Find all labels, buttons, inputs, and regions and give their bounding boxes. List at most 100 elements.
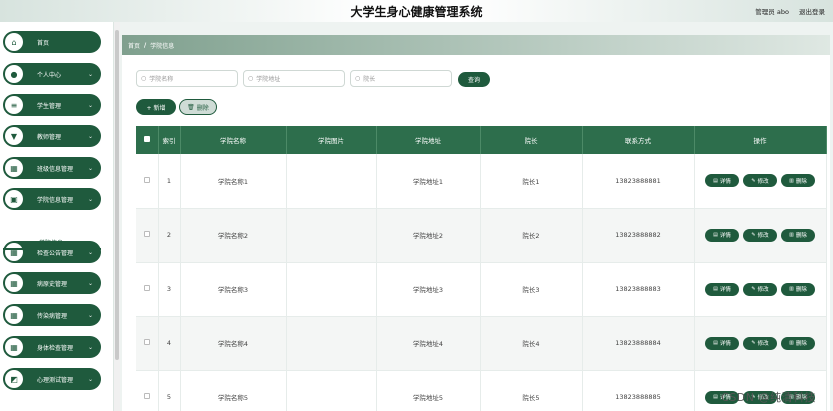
row-edit-button[interactable]: ✎ 修改	[743, 336, 777, 350]
cell-name: 学院名称5	[180, 370, 287, 411]
college-table: 索引 学院名称 学院图片 学院地址 院长 联系方式 操作 1 学院名称1 学院地址1…	[136, 126, 827, 411]
row-detail-label: 详情	[719, 178, 731, 185]
cell-address: 学院地址4	[376, 316, 481, 371]
cell-dean: 院长3	[480, 262, 583, 317]
row-checkbox[interactable]	[143, 393, 150, 399]
row-select-cell[interactable]	[136, 262, 159, 317]
row-actions: ▤ 详情 ✎ 修改 ▥ 删除	[695, 228, 826, 242]
sidebar-item-3[interactable]: ≡ 学生管理 ⌄	[3, 94, 101, 116]
college-name-search-input[interactable]: ○ 学院名称	[136, 70, 238, 87]
list-icon: ≡	[5, 96, 23, 114]
sidebar-item-2[interactable]: ● 个人中心 ⌄	[3, 63, 101, 85]
chart-icon: ◩	[5, 370, 23, 388]
college-address-placeholder: 学院地址	[256, 76, 281, 83]
dean-search-input[interactable]: ○ 院长	[350, 70, 452, 87]
row-detail-button[interactable]: ▤ 详情	[705, 282, 739, 296]
sidebar: ⌂ 首页 ● 个人中心 ⌄ ≡ 学生管理 ⌄ ▼ 教师管理 ⌄ ▦ 班级信息管理 ⌄ ▣ 学院信息管理 ⌄ ▦ 检查…	[0, 22, 114, 411]
home-icon: ⌂	[5, 33, 23, 51]
row-delete-button[interactable]: ▥ 删除	[781, 282, 815, 296]
row-detail-button[interactable]: ▤ 详情	[705, 336, 739, 350]
row-delete-button[interactable]: ▥ 删除	[781, 174, 815, 188]
row-delete-label: 删除	[795, 287, 807, 293]
row-delete-button[interactable]: ▥ 删除	[781, 336, 815, 350]
cell-address: 学院地址5	[376, 370, 481, 411]
header-contact: 联系方式	[582, 126, 695, 154]
header-actions: 操作	[694, 126, 827, 154]
college-address-search-input[interactable]: ○ 学院地址	[243, 70, 345, 87]
document-icon: ▤	[713, 286, 718, 292]
submenu-item-college-info[interactable]: 学院信息	[3, 236, 101, 250]
sidebar-item-4[interactable]: ▼ 教师管理 ⌄	[3, 125, 101, 147]
cell-contact: 13823888881	[582, 154, 695, 209]
cell-index: 2	[158, 208, 181, 263]
table-row: 2 学院名称2 学院地址2 院长2 13823888882 ▤ 详情 ✎ 修改 ▥ 删除	[136, 208, 827, 263]
row-delete-label: 删除	[795, 178, 807, 185]
college-name-placeholder: 学院名称	[149, 76, 174, 83]
chevron-down-icon: ⌄	[87, 279, 93, 287]
main-panel: 首页 / 学院信息 ○ 学院名称 ○ 学院地址 ○ 院长 查询 + 新增 🗑 删…	[122, 35, 830, 411]
breadcrumb-home[interactable]: 首页	[128, 41, 140, 50]
breadcrumb-current: 学院信息	[150, 42, 175, 50]
row-edit-label: 修改	[757, 178, 769, 185]
row-checkbox[interactable]	[143, 285, 150, 291]
select-all-checkbox[interactable]	[143, 136, 150, 142]
cell-actions: ▤ 详情 ✎ 修改 ▥ 删除	[694, 154, 827, 209]
row-select-cell[interactable]	[136, 154, 159, 209]
row-actions: ▤ 详情 ✎ 修改 ▥ 删除	[695, 174, 826, 188]
sidebar-item-1[interactable]: ⌂ 首页	[3, 31, 101, 53]
row-delete-button[interactable]: ▥ 删除	[781, 228, 815, 242]
row-edit-label: 修改	[757, 233, 769, 239]
trash-icon: ▥	[789, 232, 794, 238]
user-label: 管理员 abo	[755, 8, 789, 16]
row-select-cell[interactable]	[136, 316, 159, 371]
watermark: CSDN @纯清科技	[721, 391, 816, 404]
sidebar-item-11[interactable]: ◩ 心理测试管理 ⌄	[3, 368, 101, 390]
cell-contact: 13823888883	[582, 262, 695, 317]
trash-icon: ▥	[789, 340, 794, 346]
sidebar-item-9[interactable]: ▦ 传染病管理 ⌄	[3, 304, 101, 326]
batch-delete-button[interactable]: 🗑 删除	[179, 99, 217, 115]
row-select-cell[interactable]	[136, 370, 159, 411]
sidebar-item-5[interactable]: ▦ 班级信息管理 ⌄	[3, 157, 101, 179]
logout-link[interactable]: 退出登录	[799, 8, 825, 16]
cell-contact: 13823888882	[582, 208, 695, 263]
scrollbar-thumb[interactable]	[115, 30, 119, 360]
row-select-cell[interactable]	[136, 208, 159, 263]
select-all-cell[interactable]	[136, 126, 159, 154]
sidebar-item-8[interactable]: ▦ 病原史管理 ⌄	[3, 272, 101, 294]
batch-delete-label: 删除	[196, 104, 209, 112]
chevron-down-icon: ⌄	[87, 132, 93, 140]
grid-icon: ▦	[5, 338, 23, 356]
sidebar-scrollbar[interactable]	[114, 22, 120, 411]
header-name: 学院名称	[180, 126, 287, 154]
sidebar-item-label: 传染病管理	[37, 312, 68, 320]
breadcrumb: 首页 / 学院信息	[122, 35, 830, 55]
row-checkbox[interactable]	[143, 176, 150, 183]
row-detail-label: 详情	[719, 287, 731, 293]
row-detail-button[interactable]: ▤ 详情	[705, 174, 739, 188]
row-edit-button[interactable]: ✎ 修改	[743, 282, 777, 296]
trash-icon: ▥	[789, 177, 794, 184]
row-delete-label: 删除	[795, 233, 807, 239]
row-edit-button[interactable]: ✎ 修改	[743, 228, 777, 242]
sidebar-item-6[interactable]: ▣ 学院信息管理 ⌄	[3, 188, 101, 210]
row-detail-button[interactable]: ▤ 详情	[705, 228, 739, 242]
header-index: 索引	[158, 126, 181, 154]
row-checkbox[interactable]	[143, 339, 150, 345]
sidebar-item-10[interactable]: ▦ 身体检查管理 ⌄	[3, 336, 101, 358]
row-checkbox[interactable]	[143, 231, 150, 237]
pencil-icon: ✎	[751, 177, 756, 184]
cell-address: 学院地址1	[376, 154, 481, 209]
cell-name: 学院名称4	[180, 316, 287, 371]
add-button[interactable]: + 新增	[136, 99, 176, 115]
grid-icon: ▦	[5, 306, 23, 324]
search-icon: ○	[141, 75, 147, 82]
row-edit-button[interactable]: ✎ 修改	[743, 174, 777, 188]
cell-index: 3	[158, 262, 181, 317]
header-image: 学院图片	[286, 126, 377, 154]
grid-icon: ▦	[5, 274, 23, 292]
cell-name: 学院名称1	[180, 154, 287, 209]
pencil-icon: ✎	[751, 232, 756, 238]
search-button[interactable]: 查询	[458, 72, 490, 87]
sidebar-item-label: 首页	[37, 39, 50, 47]
